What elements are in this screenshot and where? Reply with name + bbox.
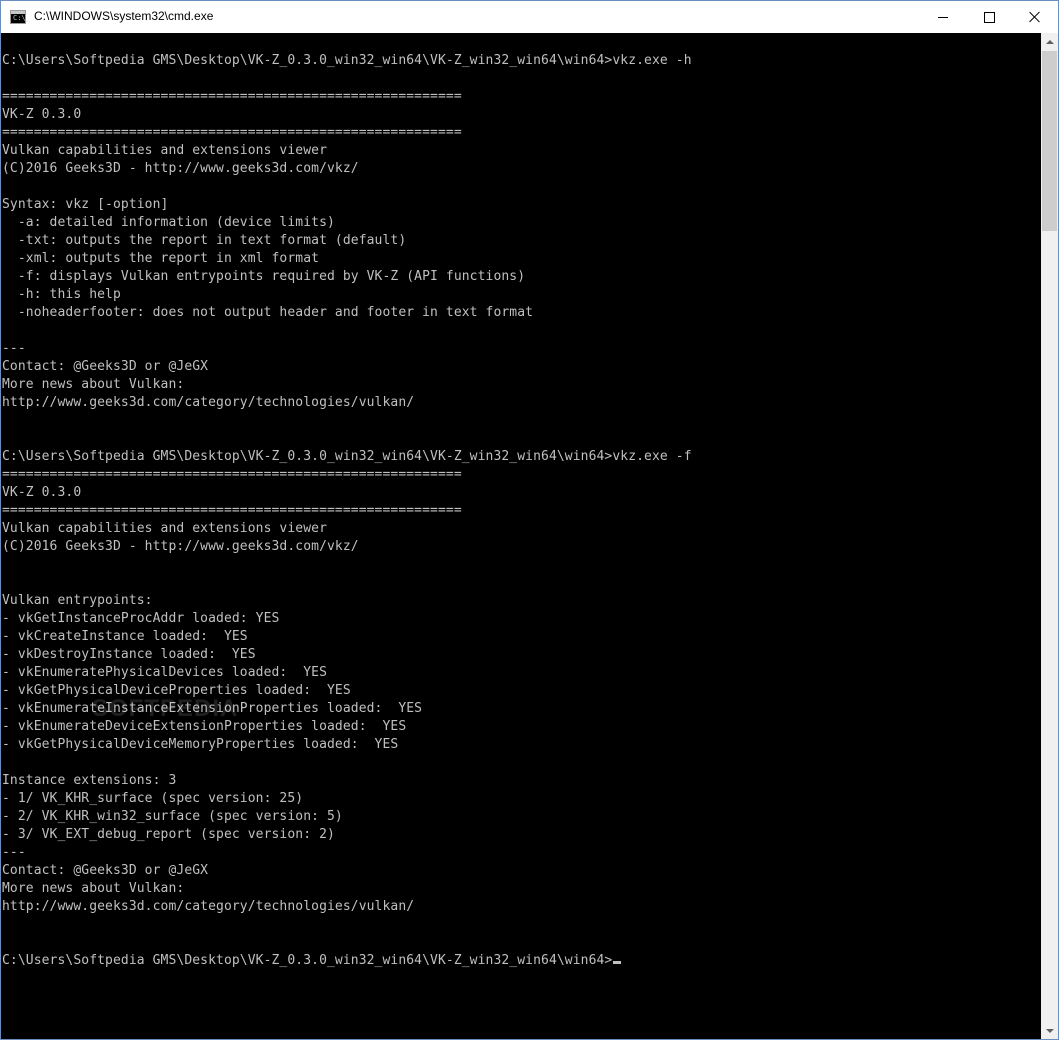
console-line: -xml: outputs the report in xml format — [2, 251, 320, 266]
console-line: ========================================… — [2, 503, 462, 518]
scroll-down-button[interactable] — [1041, 1022, 1058, 1039]
console-line: --- — [2, 341, 26, 356]
text-cursor — [613, 961, 622, 964]
console-line: Contact: @Geeks3D or @JeGX — [2, 359, 209, 374]
console-line: ========================================… — [2, 89, 462, 104]
console-line: -f: displays Vulkan entrypoints required… — [2, 269, 526, 284]
console-line: Vulkan capabilities and extensions viewe… — [2, 521, 327, 536]
console-line: - 2/ VK_KHR_win32_surface (spec version:… — [2, 809, 343, 824]
minimize-icon — [938, 16, 948, 18]
console-line: VK-Z 0.3.0 — [2, 485, 82, 500]
console-output[interactable]: C:\Users\Softpedia GMS\Desktop\VK-Z_0.3.… — [1, 33, 1041, 1039]
console-line: http://www.geeks3d.com/category/technolo… — [2, 899, 415, 914]
console-line: (C)2016 Geeks3D - http://www.geeks3d.com… — [2, 539, 359, 554]
console-line: - vkDestroyInstance loaded: YES — [2, 647, 256, 662]
window-title: C:\WINDOWS\system32\cmd.exe — [34, 9, 214, 23]
vertical-scrollbar[interactable] — [1041, 33, 1058, 1039]
close-icon — [1029, 11, 1041, 23]
console-line: Syntax: vkz [-option] — [2, 197, 169, 212]
console-line: C:\Users\Softpedia GMS\Desktop\VK-Z_0.3.… — [2, 53, 692, 68]
scroll-thumb[interactable] — [1042, 51, 1057, 231]
console-line: ========================================… — [2, 125, 462, 140]
console-line: - vkCreateInstance loaded: YES — [2, 629, 248, 644]
console-line: Contact: @Geeks3D or @JeGX — [2, 863, 209, 878]
console-line: --- — [2, 845, 26, 860]
scroll-up-arrow-icon — [1045, 39, 1054, 44]
minimize-button[interactable] — [920, 1, 966, 33]
console-line: VK-Z 0.3.0 — [2, 107, 82, 122]
console-line: - vkGetInstanceProcAddr loaded: YES — [2, 611, 280, 626]
console-lines: C:\Users\Softpedia GMS\Desktop\VK-Z_0.3.… — [2, 52, 692, 970]
console-line: -a: detailed information (device limits) — [2, 215, 335, 230]
watermark: SOFTPEDIA — [92, 695, 239, 722]
console-line: C:\Users\Softpedia GMS\Desktop\VK-Z_0.3.… — [2, 952, 692, 970]
console-line: Vulkan entrypoints: — [2, 593, 153, 608]
console-line: Instance extensions: 3 — [2, 773, 177, 788]
console-line: -txt: outputs the report in text format … — [2, 233, 407, 248]
console-line: - vkGetPhysicalDeviceMemoryProperties lo… — [2, 737, 399, 752]
console-line: - 3/ VK_EXT_debug_report (spec version: … — [2, 827, 335, 842]
cmd-window: C:\_ C:\WINDOWS\system32\cmd.exe C:\User… — [0, 0, 1059, 1040]
scroll-down-arrow-icon — [1045, 1028, 1054, 1033]
console-line: http://www.geeks3d.com/category/technolo… — [2, 395, 415, 410]
scroll-up-button[interactable] — [1041, 33, 1058, 50]
cmd-icon-text: C:\_ — [13, 14, 30, 22]
console-line: More news about Vulkan: — [2, 881, 185, 896]
title-bar[interactable]: C:\_ C:\WINDOWS\system32\cmd.exe — [1, 1, 1058, 33]
maximize-button[interactable] — [966, 1, 1012, 33]
close-button[interactable] — [1012, 1, 1058, 33]
console-line: - vkEnumeratePhysicalDevices loaded: YES — [2, 665, 327, 680]
console-line: -noheaderfooter: does not output header … — [2, 305, 534, 320]
console-line: (C)2016 Geeks3D - http://www.geeks3d.com… — [2, 161, 359, 176]
console-line: -h: this help — [2, 287, 121, 302]
maximize-icon — [983, 11, 995, 23]
console-line: ========================================… — [2, 467, 462, 482]
console-line: - 1/ VK_KHR_surface (spec version: 25) — [2, 791, 304, 806]
console-line: Vulkan capabilities and extensions viewe… — [2, 143, 327, 158]
console-line: C:\Users\Softpedia GMS\Desktop\VK-Z_0.3.… — [2, 449, 692, 464]
cmd-icon[interactable]: C:\_ — [10, 10, 30, 24]
console-line: More news about Vulkan: — [2, 377, 185, 392]
